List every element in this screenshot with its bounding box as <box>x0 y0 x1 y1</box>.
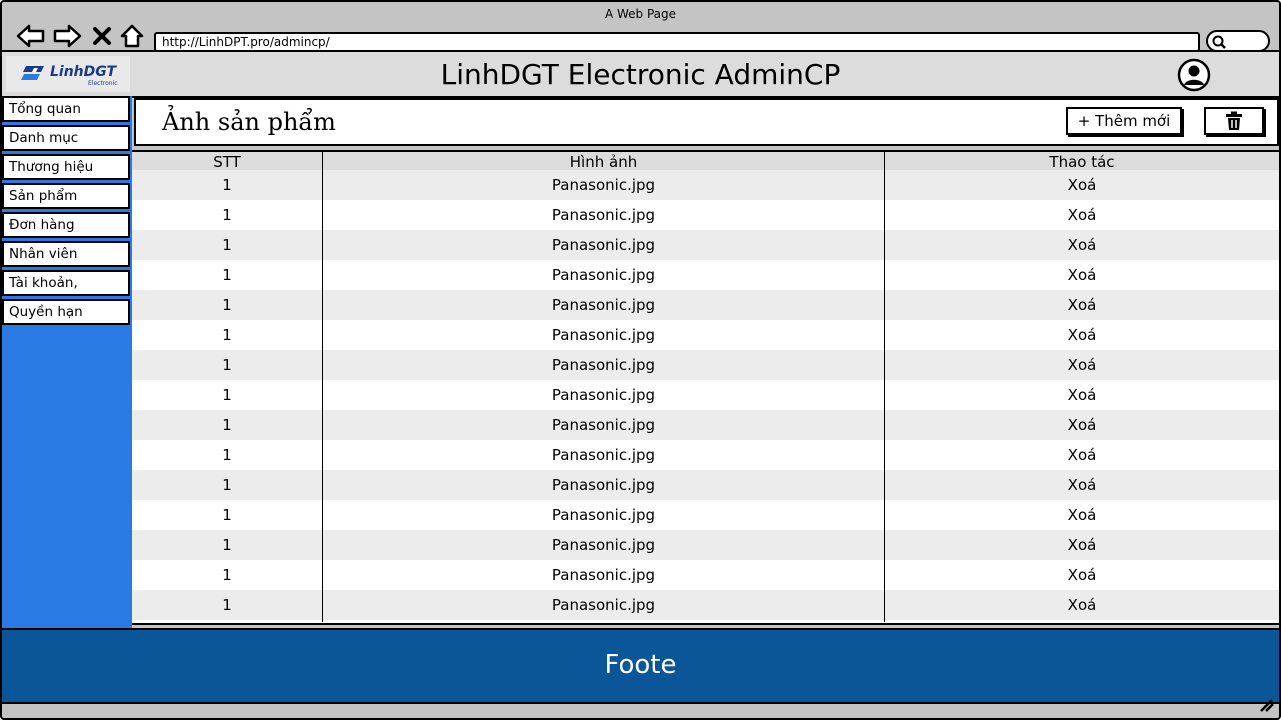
image-filename-cell: Panasonic.jpg <box>551 386 656 404</box>
image-filename-cell: Panasonic.jpg <box>551 506 656 524</box>
browser-search-field[interactable] <box>1206 30 1270 52</box>
column-header-stt: STT <box>213 153 241 171</box>
image-filename-cell: Panasonic.jpg <box>551 356 656 374</box>
image-filename-cell: Panasonic.jpg <box>551 596 656 614</box>
search-icon <box>1212 35 1226 49</box>
table-row: 1 Panasonic.jpg Xoá <box>132 590 1279 620</box>
stt-cell: 1 <box>222 236 232 254</box>
table-row: 1 Panasonic.jpg Xoá <box>132 170 1279 200</box>
sidebar-item-thuong-hieu[interactable]: Thương hiệu <box>2 154 130 180</box>
sidebar-item-tong-quan[interactable]: Tổng quan <box>2 96 130 122</box>
stt-cell: 1 <box>222 506 232 524</box>
add-new-button[interactable]: + Thêm mới <box>1066 107 1182 135</box>
forward-arrow-icon[interactable] <box>52 22 82 50</box>
section-title: Ảnh sản phẩm <box>162 108 336 136</box>
trash-icon <box>1226 111 1242 130</box>
window-title: A Web Page <box>604 7 677 21</box>
delete-action-link[interactable]: Xoá <box>885 350 1279 380</box>
delete-action-link[interactable]: Xoá <box>885 200 1279 230</box>
table-row: 1 Panasonic.jpg Xoá <box>132 530 1279 560</box>
section-header: Ảnh sản phẩm + Thêm mới <box>134 98 1279 146</box>
stt-cell: 1 <box>222 296 232 314</box>
stt-cell: 1 <box>222 326 232 344</box>
image-filename-cell: Panasonic.jpg <box>551 326 656 344</box>
stt-cell: 1 <box>222 206 232 224</box>
delete-action-link[interactable]: Xoá <box>885 470 1279 500</box>
column-header-image: Hình ảnh <box>569 153 638 171</box>
sidebar-item-nhan-vien[interactable]: Nhân viên <box>2 241 130 267</box>
image-filename-cell: Panasonic.jpg <box>551 266 656 284</box>
stt-cell: 1 <box>222 566 232 584</box>
delete-action-link[interactable]: Xoá <box>885 260 1279 290</box>
back-arrow-icon[interactable] <box>16 22 46 50</box>
image-filename-cell: Panasonic.jpg <box>551 206 656 224</box>
image-filename-cell: Panasonic.jpg <box>551 536 656 554</box>
table-row: 1 Panasonic.jpg Xoá <box>132 560 1279 590</box>
table-row: 1 Panasonic.jpg Xoá <box>132 290 1279 320</box>
page-title: LinhDGT Electronic AdminCP <box>440 58 841 91</box>
stt-cell: 1 <box>222 386 232 404</box>
delete-button[interactable] <box>1204 107 1264 135</box>
sidebar-item-san-pham[interactable]: Sản phẩm <box>2 183 130 209</box>
table-body: 1 Panasonic.jpg Xoá 1 Panasonic.jpg Xoá 1 Panas… <box>132 170 1279 620</box>
stt-cell: 1 <box>222 476 232 494</box>
column-divider <box>322 150 323 622</box>
image-filename-cell: Panasonic.jpg <box>551 446 656 464</box>
delete-action-link[interactable]: Xoá <box>885 380 1279 410</box>
table-row: 1 Panasonic.jpg Xoá <box>132 380 1279 410</box>
stt-cell: 1 <box>222 536 232 554</box>
app-header: LinhDGT Electronic LinhDGT Electronic Ad… <box>2 50 1279 98</box>
table-row: 1 Panasonic.jpg Xoá <box>132 320 1279 350</box>
sidebar: Tổng quan Danh mục Thương hiệu Sản phẩm … <box>2 96 132 628</box>
table-row: 1 Panasonic.jpg Xoá <box>132 440 1279 470</box>
sidebar-item-don-hang[interactable]: Đơn hàng <box>2 212 130 238</box>
stt-cell: 1 <box>222 266 232 284</box>
table-row: 1 Panasonic.jpg Xoá <box>132 200 1279 230</box>
image-filename-cell: Panasonic.jpg <box>551 566 656 584</box>
stt-cell: 1 <box>222 416 232 434</box>
delete-action-link[interactable]: Xoá <box>885 560 1279 590</box>
image-filename-cell: Panasonic.jpg <box>551 236 656 254</box>
delete-action-link[interactable]: Xoá <box>885 530 1279 560</box>
delete-action-link[interactable]: Xoá <box>885 290 1279 320</box>
stt-cell: 1 <box>222 596 232 614</box>
delete-action-link[interactable]: Xoá <box>885 440 1279 470</box>
table-row: 1 Panasonic.jpg Xoá <box>132 230 1279 260</box>
table-row: 1 Panasonic.jpg Xoá <box>132 260 1279 290</box>
table-row: 1 Panasonic.jpg Xoá <box>132 350 1279 380</box>
delete-action-link[interactable]: Xoá <box>885 230 1279 260</box>
close-icon[interactable] <box>90 22 114 50</box>
image-filename-cell: Panasonic.jpg <box>551 416 656 434</box>
delete-action-link[interactable]: Xoá <box>885 500 1279 530</box>
image-filename-cell: Panasonic.jpg <box>551 296 656 314</box>
column-header-action: Thao tác <box>1049 153 1115 171</box>
table-row: 1 Panasonic.jpg Xoá <box>132 500 1279 530</box>
footer-text: Foote <box>604 650 677 680</box>
image-filename-cell: Panasonic.jpg <box>551 476 656 494</box>
sidebar-item-quyen-han[interactable]: Quyền hạn <box>2 299 130 325</box>
delete-action-link[interactable]: Xoá <box>885 170 1279 200</box>
user-icon[interactable] <box>1177 58 1211 96</box>
footer: Foote <box>2 628 1279 704</box>
resize-grip-icon[interactable] <box>1259 697 1275 716</box>
delete-action-link[interactable]: Xoá <box>885 590 1279 620</box>
address-bar[interactable]: http://LinhDPT.pro/admincp/ <box>154 32 1200 52</box>
home-icon[interactable] <box>118 22 146 50</box>
delete-action-link[interactable]: Xoá <box>885 410 1279 440</box>
table-bottom-border <box>132 623 1279 625</box>
stt-cell: 1 <box>222 446 232 464</box>
delete-action-link[interactable]: Xoá <box>885 320 1279 350</box>
stt-cell: 1 <box>222 176 232 194</box>
table-header: STT Hình ảnh Thao tác <box>132 150 1279 171</box>
stt-cell: 1 <box>222 356 232 374</box>
sidebar-item-tai-khoan[interactable]: Tài khoản, <box>2 270 130 296</box>
image-table: STT Hình ảnh Thao tác 1 Panasonic.jpg Xoá 1… <box>132 150 1279 624</box>
browser-window: A Web Page http://LinhDPT.pro/admincp/ L… <box>0 0 1281 720</box>
table-row: 1 Panasonic.jpg Xoá <box>132 470 1279 500</box>
column-divider <box>884 150 885 622</box>
image-filename-cell: Panasonic.jpg <box>551 176 656 194</box>
table-row: 1 Panasonic.jpg Xoá <box>132 410 1279 440</box>
sidebar-item-danh-muc[interactable]: Danh mục <box>2 125 130 151</box>
